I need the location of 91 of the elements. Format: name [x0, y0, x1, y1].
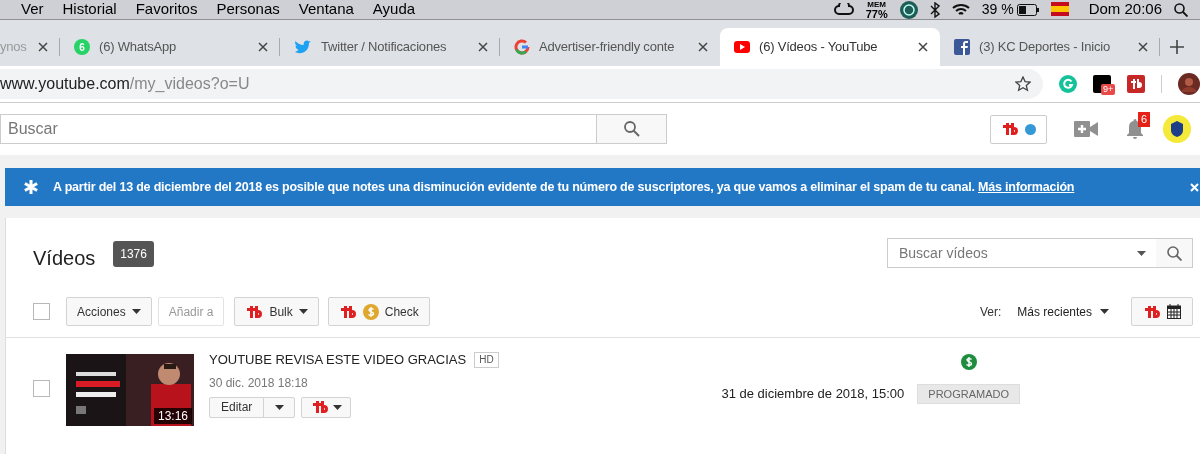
flag-icon[interactable]	[1050, 1, 1069, 18]
asterisk-icon	[23, 179, 39, 195]
play-icon	[734, 41, 750, 53]
search-field[interactable]: Buscar	[0, 114, 597, 144]
ring-icon	[514, 39, 530, 55]
clock[interactable]: Dom 20:06	[1088, 0, 1162, 21]
disk-icon[interactable]	[899, 0, 918, 19]
logo-icon	[1001, 122, 1019, 136]
close-icon[interactable]	[918, 42, 928, 52]
caret-icon	[131, 309, 141, 314]
bluetooth-icon[interactable]	[929, 1, 940, 18]
notice-text: A partir del 13 de diciembre del 2018 es posible que notes una disminución evidente de tu número de suscriptores, ya que vamos a eliminar el spam de tu canal. Más información	[53, 178, 1075, 196]
close-icon[interactable]	[698, 42, 708, 52]
battery-percent: 39 %	[981, 0, 1014, 19]
extension-menu-button[interactable]	[301, 396, 352, 418]
search-button[interactable]	[597, 114, 667, 144]
page-title: Vídeos	[33, 246, 96, 271]
menu-item[interactable]: Historial	[62, 0, 117, 21]
search-button[interactable]	[1156, 238, 1193, 268]
search-icon[interactable]	[1174, 2, 1188, 17]
star-icon[interactable]	[1015, 76, 1031, 92]
search-icon	[623, 121, 640, 137]
battery-icon[interactable]	[1016, 3, 1039, 16]
caret-icon	[332, 404, 342, 410]
logo-icon	[338, 304, 357, 319]
calendar-button[interactable]	[1131, 297, 1193, 326]
check-button[interactable]: Check	[327, 297, 430, 326]
menu-item[interactable]: Ver	[21, 0, 44, 21]
bird-icon	[294, 39, 312, 55]
more-info-link[interactable]: Más información	[978, 179, 1075, 194]
video-title[interactable]: YOUTUBE REVISA ESTE VIDEO GRACIAS	[209, 350, 467, 370]
url-text: www.youtube.com/my_videos?o=U	[0, 74, 250, 94]
video-duration: 13:16	[153, 408, 192, 424]
tab-title: (3) KC Deportes - Inicio	[979, 38, 1111, 57]
notification-badge: 6	[1138, 112, 1151, 127]
status-label: PROGRAMADO	[917, 384, 1020, 404]
extension-button[interactable]	[990, 114, 1047, 144]
checkbox[interactable]	[33, 380, 50, 397]
new-tab-icon[interactable]	[1170, 40, 1184, 54]
memory-value: 77%	[865, 8, 888, 19]
upload-date: 30 dic. 2018 18:18	[209, 374, 309, 392]
cloud-icon[interactable]	[833, 2, 854, 17]
menu-item[interactable]: Favoritos	[135, 0, 198, 21]
calendar-icon	[1167, 304, 1181, 319]
view-label: Ver:	[979, 303, 1002, 321]
caret-icon	[298, 309, 308, 314]
menu-item[interactable]: Ayuda	[372, 0, 416, 21]
address-field[interactable]: www.youtube.com/my_videos?o=U	[0, 69, 1043, 99]
square-icon	[954, 39, 970, 55]
video-search-field[interactable]: Buscar vídeos	[887, 238, 1126, 268]
close-icon[interactable]	[1138, 42, 1148, 52]
coin-icon	[362, 303, 379, 320]
menu-item[interactable]: Ventana	[298, 0, 354, 21]
logo-icon	[310, 400, 329, 414]
extension-icon[interactable]	[1127, 75, 1145, 93]
close-icon[interactable]	[38, 42, 48, 52]
caret-icon	[274, 404, 284, 410]
browser-tab[interactable]: Advertiser-friendly conte	[500, 28, 720, 66]
bulk-button[interactable]: Bulk	[234, 297, 319, 326]
browser-tab[interactable]: 6 (6) WhatsApp	[60, 28, 280, 66]
tab-title: Twitter / Notificaciones	[321, 38, 447, 57]
close-icon[interactable]	[258, 42, 268, 52]
menu-item[interactable]: Personas	[216, 0, 280, 21]
avatar-icon[interactable]	[1163, 115, 1191, 143]
checkbox[interactable]	[33, 303, 50, 320]
scheduled-date: 31 de diciembre de 2018, 15:00	[721, 384, 905, 403]
browser-tab[interactable]: Twitter / Notificaciones	[280, 28, 500, 66]
tab-title: (6) WhatsApp	[99, 38, 177, 57]
tab-title: Advertiser-friendly conte	[539, 38, 675, 57]
video-camera-icon[interactable]	[1074, 121, 1098, 137]
video-count: 1376	[113, 241, 154, 267]
browser-tab[interactable]: (3) KC Deportes - Inicio	[940, 28, 1160, 66]
logo-icon	[245, 304, 264, 319]
chat-icon: 6	[74, 39, 90, 55]
tab-title: ynos	[0, 38, 27, 57]
dot-icon	[1025, 123, 1036, 135]
close-icon[interactable]	[478, 42, 488, 52]
memory-label: MEM	[867, 0, 886, 9]
caret-icon	[1100, 309, 1109, 314]
actions-button[interactable]: Acciones	[66, 297, 152, 326]
search-icon	[1166, 245, 1182, 261]
logo-icon	[1130, 79, 1142, 89]
wifi-icon[interactable]	[951, 2, 970, 17]
extension-badge: 9+	[1101, 84, 1116, 95]
logo-icon	[1143, 304, 1161, 319]
sort-dropdown[interactable]: Más recientes	[1017, 302, 1109, 321]
browser-tab[interactable]: (6) Vídeos - YouTube	[720, 28, 940, 66]
tab-title: (6) Vídeos - YouTube	[759, 38, 878, 57]
caret-icon	[1136, 250, 1146, 256]
avatar-icon[interactable]	[1178, 73, 1200, 95]
hd-label: HD	[474, 351, 499, 368]
